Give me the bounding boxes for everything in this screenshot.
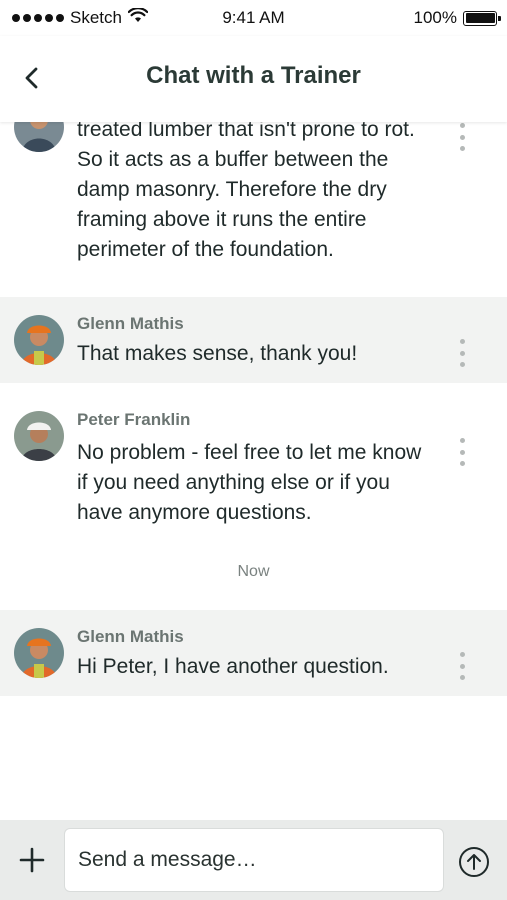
- message-options-icon[interactable]: [453, 122, 471, 153]
- avatar: [14, 411, 64, 461]
- message-text: Hi Peter, I have another question.: [77, 655, 389, 678]
- message-input[interactable]: [65, 829, 443, 891]
- page-title: Chat with a Trainer: [146, 62, 361, 89]
- message-input-wrapper: [64, 828, 444, 892]
- sender-name: Glenn Mathis: [77, 627, 184, 646]
- nav-bar: Chat with a Trainer: [0, 36, 507, 122]
- message-item: Glenn Mathis That makes sense, thank you…: [0, 297, 507, 383]
- message-text: No problem - feel free to let me know if…: [77, 441, 422, 524]
- message-item: Peter Franklin No problem - feel free to…: [0, 383, 507, 543]
- arrow-up-circle-icon: [459, 847, 489, 877]
- message-list[interactable]: treated lumber that isn't prone to rot. …: [0, 122, 507, 820]
- timestamp: Now: [237, 563, 270, 580]
- battery-status: 100%: [413, 8, 501, 28]
- message-text: treated lumber that isn't prone to rot. …: [77, 122, 415, 261]
- status-bar: Sketch 9:41 AM 100%: [0, 0, 507, 36]
- message-text: That makes sense, thank you!: [77, 342, 358, 365]
- add-attachment-button[interactable]: [18, 846, 46, 874]
- message-composer: [0, 820, 507, 900]
- plus-icon: [19, 847, 45, 873]
- avatar: [14, 315, 64, 365]
- message-options-icon[interactable]: [453, 337, 471, 369]
- battery-icon: [463, 10, 501, 26]
- send-button[interactable]: [458, 846, 490, 878]
- battery-percent: 100%: [413, 8, 457, 27]
- sender-name: Peter Franklin: [77, 410, 191, 429]
- message-item: treated lumber that isn't prone to rot. …: [0, 122, 507, 262]
- avatar: [14, 628, 64, 678]
- avatar: [14, 122, 64, 152]
- message-options-icon[interactable]: [453, 436, 471, 468]
- message-options-icon[interactable]: [453, 650, 471, 682]
- sender-name: Glenn Mathis: [77, 314, 184, 333]
- message-item: Glenn Mathis Hi Peter, I have another qu…: [0, 610, 507, 696]
